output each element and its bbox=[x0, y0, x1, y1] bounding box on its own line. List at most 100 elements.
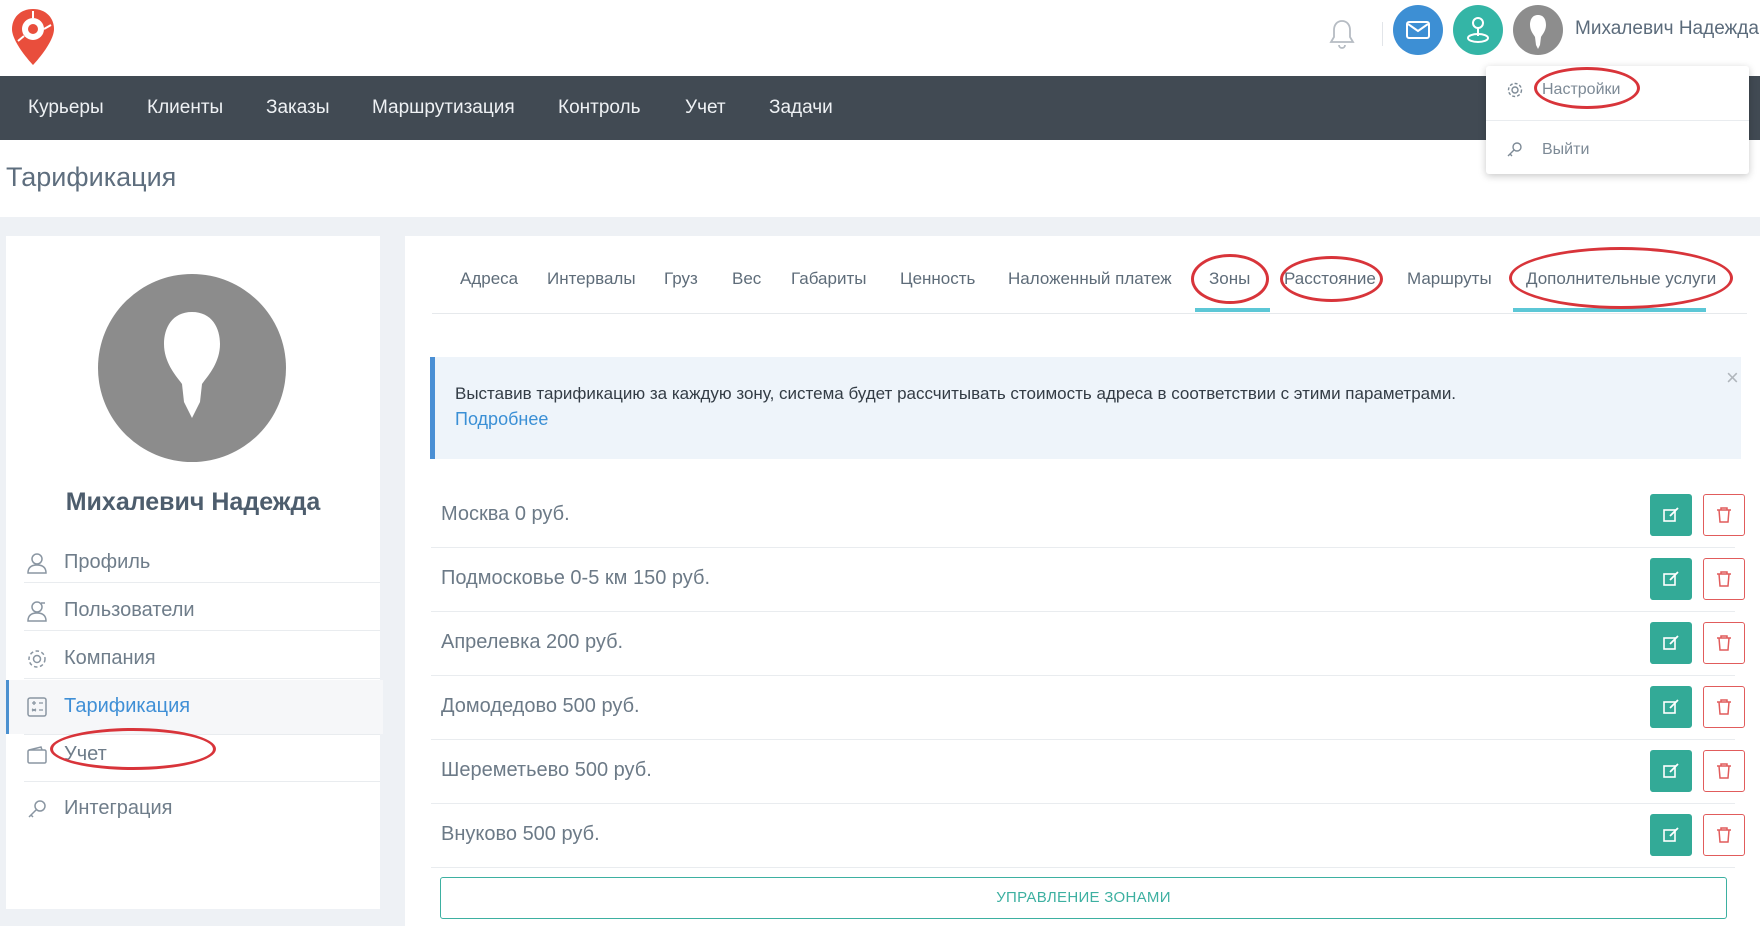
zone-name: Апрелевка 200 руб. bbox=[441, 631, 624, 653]
edit-icon bbox=[1663, 507, 1679, 522]
tab-zones-underline bbox=[1195, 308, 1270, 312]
sidebar-item-integration[interactable]: Интеграция bbox=[6, 782, 380, 836]
info-alert: Выставив тарификацию за каждую зону, сис… bbox=[430, 357, 1741, 459]
gear-icon bbox=[1507, 82, 1523, 98]
logo-icon[interactable] bbox=[10, 7, 56, 67]
edit-icon bbox=[1663, 763, 1679, 778]
delete-button[interactable] bbox=[1703, 750, 1745, 792]
edit-icon bbox=[1663, 571, 1679, 586]
zone-row: Подмосковье 0-5 км 150 руб. bbox=[431, 547, 1745, 612]
user-dropdown: Настройки Выйти bbox=[1486, 66, 1749, 174]
profile-name: Михалевич Надежда bbox=[65, 488, 321, 516]
mail-icon bbox=[1406, 21, 1430, 39]
tab-extra-underline bbox=[1513, 308, 1706, 312]
logout-menu-item[interactable]: Выйти bbox=[1486, 129, 1749, 171]
tab-zones[interactable]: Зоны bbox=[1209, 269, 1250, 289]
user-silhouette-icon bbox=[1530, 15, 1546, 49]
zone-name: Москва 0 руб. bbox=[441, 503, 570, 525]
zone-name: Шереметьево 500 руб. bbox=[441, 759, 652, 781]
settings-label: Настройки bbox=[1542, 81, 1621, 98]
users-icon bbox=[27, 601, 47, 622]
tab-value[interactable]: Ценность bbox=[900, 269, 975, 289]
sidebar-item-accounting[interactable]: Учет bbox=[6, 728, 380, 782]
alert-text: Выставив тарификацию за каждую зону, сис… bbox=[455, 384, 1457, 403]
sidebar-item-label: Компания bbox=[64, 647, 156, 669]
zone-name: Домодедово 500 руб. bbox=[441, 695, 640, 717]
edit-button[interactable] bbox=[1650, 686, 1692, 728]
nav-orders[interactable]: Заказы bbox=[266, 97, 330, 119]
tariff-panel: Адреса Интервалы Груз Вес Габариты Ценно… bbox=[405, 236, 1760, 926]
sidebar-item-label: Интеграция bbox=[64, 797, 173, 819]
zone-row: Москва 0 руб. bbox=[431, 483, 1745, 548]
user-icon bbox=[27, 553, 47, 574]
settings-menu-item[interactable]: Настройки bbox=[1486, 69, 1749, 111]
edit-button[interactable] bbox=[1650, 750, 1692, 792]
zone-row: Домодедово 500 руб. bbox=[431, 675, 1745, 740]
nav-couriers[interactable]: Курьеры bbox=[28, 97, 104, 119]
sidebar-item-label: Пользователи bbox=[64, 599, 195, 621]
divider bbox=[1486, 120, 1749, 121]
tab-dimensions[interactable]: Габариты bbox=[791, 269, 866, 289]
delete-button[interactable] bbox=[1703, 494, 1745, 536]
more-link[interactable]: Подробнее bbox=[455, 409, 548, 430]
calculator-icon bbox=[27, 697, 47, 717]
key-icon bbox=[28, 800, 46, 818]
tab-cod[interactable]: Наложенный платеж bbox=[1008, 269, 1172, 289]
user-name[interactable]: Михалевич Надежда bbox=[1575, 18, 1759, 40]
edit-button[interactable] bbox=[1650, 558, 1692, 600]
nav-control[interactable]: Контроль bbox=[558, 97, 641, 119]
zone-row: Внуково 500 руб. bbox=[431, 803, 1745, 868]
delete-button[interactable] bbox=[1703, 686, 1745, 728]
key-icon bbox=[1507, 142, 1522, 157]
trash-icon bbox=[1717, 763, 1731, 779]
sidebar-item-tariffs[interactable]: Тарификация bbox=[6, 680, 383, 734]
edit-icon bbox=[1663, 635, 1679, 650]
close-icon[interactable]: × bbox=[1726, 365, 1739, 391]
delete-button[interactable] bbox=[1703, 622, 1745, 664]
page-title: Тарификация bbox=[6, 162, 177, 192]
tab-routes[interactable]: Маршруты bbox=[1407, 269, 1492, 289]
trash-icon bbox=[1717, 635, 1731, 651]
user-silhouette-icon bbox=[164, 312, 220, 418]
mail-button[interactable] bbox=[1393, 5, 1443, 55]
trash-icon bbox=[1717, 507, 1731, 523]
zone-row: Апрелевка 200 руб. bbox=[431, 611, 1745, 676]
trash-icon bbox=[1717, 827, 1731, 843]
profile-avatar bbox=[98, 274, 286, 462]
zone-name: Подмосковье 0-5 км 150 руб. bbox=[441, 567, 711, 589]
profile-panel: Михалевич Надежда Профиль Пользователи К… bbox=[6, 236, 383, 909]
wallet-icon bbox=[27, 746, 47, 764]
nav-clients[interactable]: Клиенты bbox=[147, 97, 223, 119]
sidebar-item-label: Профиль bbox=[64, 551, 151, 573]
tariff-tabs: Адреса Интервалы Груз Вес Габариты Ценно… bbox=[432, 236, 1747, 314]
delete-button[interactable] bbox=[1703, 558, 1745, 600]
tab-distance[interactable]: Расстояние bbox=[1284, 269, 1376, 289]
avatar[interactable] bbox=[1513, 5, 1563, 55]
edit-icon bbox=[1663, 699, 1679, 714]
edit-button[interactable] bbox=[1650, 622, 1692, 664]
nav-accounting[interactable]: Учет bbox=[685, 97, 726, 119]
nav-tasks[interactable]: Задачи bbox=[769, 97, 833, 119]
routes-button[interactable] bbox=[1453, 5, 1503, 55]
tab-cargo[interactable]: Груз bbox=[664, 269, 698, 289]
top-bar: Михалевич Надежда bbox=[0, 0, 1760, 76]
tab-extra-services[interactable]: Дополнительные услуги bbox=[1526, 269, 1716, 289]
trash-icon bbox=[1717, 571, 1731, 587]
manage-zones-button[interactable]: УПРАВЛЕНИЕ ЗОНАМИ bbox=[440, 877, 1727, 919]
divider bbox=[24, 630, 380, 631]
nav-routing[interactable]: Маршрутизация bbox=[372, 97, 515, 119]
route-icon bbox=[1467, 17, 1489, 43]
divider bbox=[1382, 22, 1383, 46]
edit-icon bbox=[1663, 827, 1679, 842]
logout-label: Выйти bbox=[1542, 141, 1590, 158]
tab-intervals[interactable]: Интервалы bbox=[547, 269, 636, 289]
divider bbox=[24, 678, 380, 679]
tab-weight[interactable]: Вес bbox=[732, 269, 761, 289]
bell-icon[interactable] bbox=[1328, 18, 1356, 50]
tab-addresses[interactable]: Адреса bbox=[460, 269, 518, 289]
trash-icon bbox=[1717, 699, 1731, 715]
edit-button[interactable] bbox=[1650, 814, 1692, 856]
gear-icon bbox=[28, 650, 46, 668]
edit-button[interactable] bbox=[1650, 494, 1692, 536]
delete-button[interactable] bbox=[1703, 814, 1745, 856]
